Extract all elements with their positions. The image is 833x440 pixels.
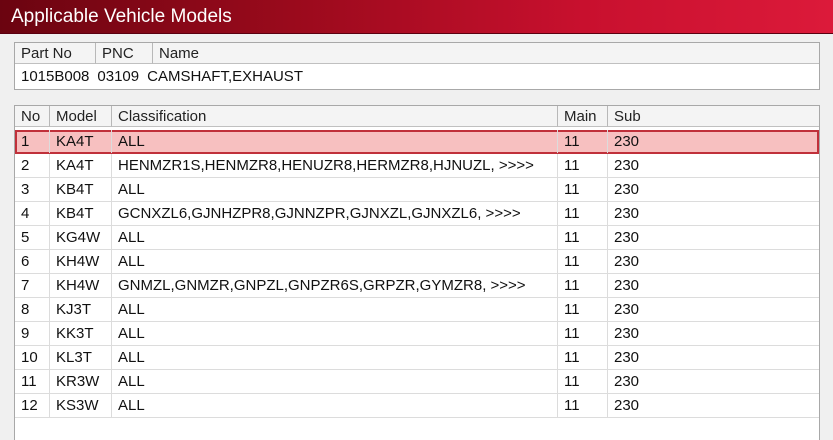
cell-classification: ALL xyxy=(112,298,558,321)
cell-no: 9 xyxy=(15,322,50,345)
cell-model: KR3W xyxy=(50,370,112,393)
cell-classification: ALL xyxy=(112,394,558,417)
cell-main: 11 xyxy=(558,394,608,417)
title-bar: Applicable Vehicle Models xyxy=(0,0,833,34)
cell-sub: 230 xyxy=(614,349,640,366)
cell-main: 11 xyxy=(558,178,608,201)
table-row[interactable]: 9 KK3T ALL 11 230 xyxy=(15,322,819,346)
pnc-header: PNC xyxy=(96,43,153,64)
cell-sub: 230 xyxy=(614,133,640,150)
col-header-model[interactable]: Model xyxy=(50,106,112,127)
cell-model: KG4W xyxy=(50,226,112,249)
cell-sub: 230 xyxy=(614,229,640,246)
table-row[interactable]: 7 KH4W GNMZL,GNMZR,GNPZL,GNPZR6S,GRPZR,GYM… xyxy=(15,274,819,298)
cell-no: 7 xyxy=(15,274,50,297)
part-no-value: 1015B008 xyxy=(21,68,90,85)
cell-main: 11 xyxy=(558,322,608,345)
table-row[interactable]: 12 KS3W ALL 11 230 xyxy=(15,394,819,418)
cell-main: 11 xyxy=(558,274,608,297)
cell-classification: ALL xyxy=(112,250,558,273)
cell-sub: 230 xyxy=(614,325,640,342)
cell-model: KL3T xyxy=(50,346,112,369)
table-row[interactable]: 11 KR3W ALL 11 230 xyxy=(15,370,819,394)
table-row[interactable]: 5 KG4W ALL 11 230 xyxy=(15,226,819,250)
cell-main: 11 xyxy=(558,226,608,249)
cell-model: KA4T xyxy=(50,154,112,177)
cell-sub: 230 xyxy=(614,205,640,222)
cell-no: 8 xyxy=(15,298,50,321)
cell-main: 11 xyxy=(558,346,608,369)
cell-model: KS3W xyxy=(50,394,112,417)
cell-no: 12 xyxy=(15,394,50,417)
cell-main: 11 xyxy=(558,202,608,225)
cell-model: KH4W xyxy=(50,274,112,297)
cell-no: 5 xyxy=(15,226,50,249)
cell-classification: HENMZR1S,HENMZR8,HENUZR8,HERMZR8,HJNUZL,… xyxy=(112,154,558,177)
part-name-value: CAMSHAFT,EXHAUST xyxy=(147,68,303,85)
cell-sub: 230 xyxy=(614,157,640,174)
cell-sub: 230 xyxy=(614,373,640,390)
cell-classification: ALL xyxy=(112,370,558,393)
cell-main: 11 xyxy=(558,250,608,273)
cell-classification: ALL xyxy=(112,130,558,153)
cell-main: 11 xyxy=(558,370,608,393)
col-header-classification[interactable]: Classification xyxy=(112,106,558,127)
cell-model: KJ3T xyxy=(50,298,112,321)
cell-no: 10 xyxy=(15,346,50,369)
table-row[interactable]: 1 KA4T ALL 11 230 xyxy=(15,130,819,154)
col-header-no[interactable]: No xyxy=(15,106,50,127)
col-header-main[interactable]: Main xyxy=(558,106,608,127)
cell-no: 11 xyxy=(15,370,50,393)
cell-no: 6 xyxy=(15,250,50,273)
table-row[interactable]: 3 KB4T ALL 11 230 xyxy=(15,178,819,202)
cell-sub: 230 xyxy=(614,277,640,294)
cell-model: KB4T xyxy=(50,202,112,225)
cell-classification: GNMZL,GNMZR,GNPZL,GNPZR6S,GRPZR,GYMZR8, … xyxy=(112,274,558,297)
window-title: Applicable Vehicle Models xyxy=(11,6,232,27)
cell-model: KK3T xyxy=(50,322,112,345)
cell-no: 1 xyxy=(15,130,50,153)
cell-classification: ALL xyxy=(112,346,558,369)
table-row[interactable]: 4 KB4T GCNXZL6,GJNHZPR8,GJNNZPR,GJNXZL,GJN… xyxy=(15,202,819,226)
cell-model: KA4T xyxy=(50,130,112,153)
cell-sub: 230 xyxy=(614,253,640,270)
cell-classification: ALL xyxy=(112,226,558,249)
cell-no: 2 xyxy=(15,154,50,177)
cell-sub: 230 xyxy=(614,181,640,198)
cell-main: 11 xyxy=(558,154,608,177)
cell-model: KH4W xyxy=(50,250,112,273)
table-row[interactable]: 8 KJ3T ALL 11 230 xyxy=(15,298,819,322)
vehicle-models-table: No Model Classification Main Sub 1 KA4T AL… xyxy=(14,105,820,440)
name-header: Name xyxy=(153,43,819,64)
cell-classification: ALL xyxy=(112,322,558,345)
cell-no: 4 xyxy=(15,202,50,225)
cell-classification: ALL xyxy=(112,178,558,201)
cell-main: 11 xyxy=(558,298,608,321)
part-no-header: Part No xyxy=(15,43,96,64)
part-info-panel: Part No PNC Name 1015B008 03109 CAMSHAFT,E… xyxy=(14,42,820,90)
part-info-values: 1015B008 03109 CAMSHAFT,EXHAUST xyxy=(21,67,311,87)
cell-classification: GCNXZL6,GJNHZPR8,GJNNZPR,GJNXZL,GJNXZL6,… xyxy=(112,202,558,225)
cell-no: 3 xyxy=(15,178,50,201)
table-row[interactable]: 6 KH4W ALL 11 230 xyxy=(15,250,819,274)
cell-sub: 230 xyxy=(614,397,640,414)
table-row[interactable]: 10 KL3T ALL 11 230 xyxy=(15,346,819,370)
cell-model: KB4T xyxy=(50,178,112,201)
col-header-sub[interactable]: Sub xyxy=(608,106,819,127)
cell-sub: 230 xyxy=(614,301,640,318)
cell-main: 11 xyxy=(558,130,608,153)
pnc-value: 03109 xyxy=(97,68,140,85)
table-row[interactable]: 2 KA4T HENMZR1S,HENMZR8,HENUZR8,HERMZR8,HJ… xyxy=(15,154,819,178)
